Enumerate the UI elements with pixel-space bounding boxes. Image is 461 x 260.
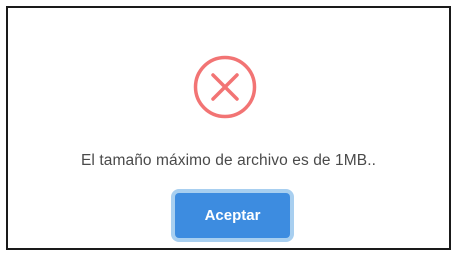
accept-button[interactable]: Aceptar (175, 193, 290, 238)
alert-dialog: El tamaño máximo de archivo es de 1MB.. … (8, 8, 449, 248)
dialog-message: El tamaño máximo de archivo es de 1MB.. (80, 152, 377, 169)
screenshot-frame: El tamaño máximo de archivo es de 1MB.. … (6, 6, 451, 250)
error-x-circle-icon (193, 55, 257, 119)
